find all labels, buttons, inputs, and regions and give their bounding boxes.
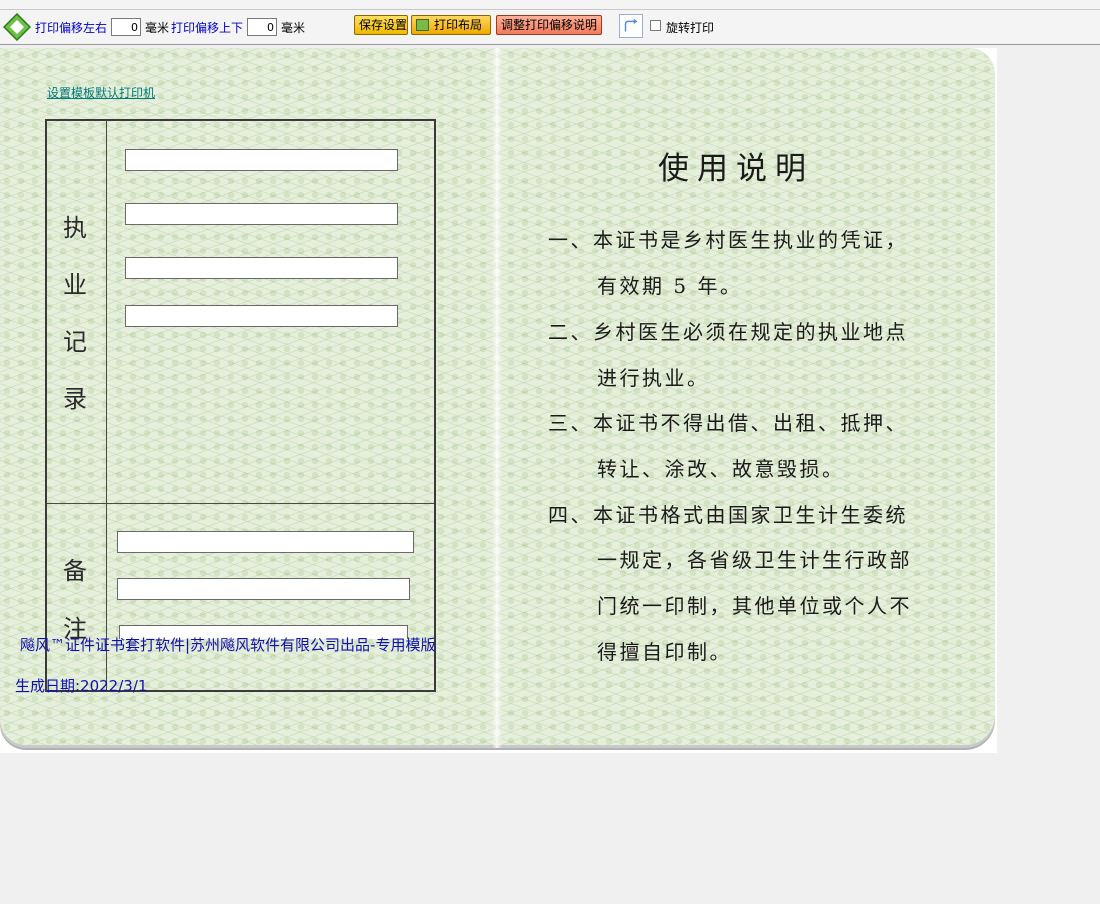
generated-date: 生成日期:2022/3/1 <box>15 677 148 695</box>
remarks-field-2[interactable] <box>117 578 410 600</box>
rotate-print-checkbox[interactable] <box>650 20 661 31</box>
center-fold <box>492 48 502 748</box>
toolbar: 打印偏移左右 毫米 打印偏移上下 毫米 保存设置 打印布局 调整打印偏移说明 旋… <box>0 10 1100 45</box>
layout-icon <box>416 19 429 31</box>
instruction-line: 二、乡村医生必须在规定的执业地点 <box>548 320 908 344</box>
offset-lr-label: 打印偏移左右 <box>35 20 108 35</box>
instruction-line: 转让、涂改、故意毁损。 <box>597 457 845 481</box>
rotate-print-label: 旋转打印 <box>666 21 715 35</box>
remarks-field-1[interactable] <box>117 531 414 553</box>
save-settings-button[interactable]: 保存设置 <box>354 15 408 35</box>
brand-footer: 飚风™证件证书套打软件|苏州飚风软件有限公司出品-专用模版 <box>20 636 436 654</box>
practice-record-char: 执 <box>63 214 87 242</box>
frame-horizontal-divider <box>47 503 434 504</box>
top-hint-strip <box>0 0 1100 10</box>
practice-record-field-4[interactable] <box>125 305 398 327</box>
move-diamond-icon[interactable] <box>3 13 31 41</box>
offset-ud-input[interactable] <box>247 18 278 36</box>
instruction-line: 一规定，各省级卫生计生行政部 <box>597 548 912 572</box>
print-layout-label: 打印布局 <box>434 18 483 32</box>
practice-record-char: 录 <box>63 385 87 413</box>
remarks-char: 备 <box>63 557 87 585</box>
practice-record-field-1[interactable] <box>125 149 398 171</box>
instruction-line: 得擅自印制。 <box>597 640 732 664</box>
practice-record-field-3[interactable] <box>125 257 398 279</box>
offset-ud-label: 打印偏移上下 <box>171 20 244 35</box>
frame-vertical-divider <box>106 121 107 690</box>
practice-record-field-2[interactable] <box>125 203 398 225</box>
instruction-line: 门统一印制，其他单位或个人不 <box>597 594 912 618</box>
instruction-line: 一、本证书是乡村医生执业的凭证， <box>548 228 908 252</box>
instruction-line: 进行执业。 <box>597 366 710 390</box>
instructions-title: 使用说明 <box>658 151 814 187</box>
rotate-icon[interactable] <box>619 14 643 38</box>
instruction-line: 三、本证书不得出借、出租、抵押、 <box>548 411 908 435</box>
adjust-offset-help-button[interactable]: 调整打印偏移说明 <box>496 15 602 35</box>
instruction-line: 有效期 5 年。 <box>597 274 743 298</box>
certificate-canvas: 设置模板默认打印机 执 业 记 录 备 注 使用说明 一、本证书是乡村医生执业的… <box>0 48 997 753</box>
offset-ud-group: 打印偏移上下 毫米 <box>171 10 305 44</box>
set-default-printer-link[interactable]: 设置模板默认打印机 <box>47 84 155 101</box>
instruction-line: 四、本证书格式由国家卫生计生委统 <box>548 503 908 527</box>
offset-ud-unit: 毫米 <box>281 20 306 35</box>
practice-record-char: 记 <box>63 328 87 356</box>
offset-lr-input[interactable] <box>111 18 142 36</box>
practice-record-char: 业 <box>63 271 87 299</box>
print-layout-button[interactable]: 打印布局 <box>411 15 491 35</box>
offset-lr-unit: 毫米 <box>145 20 170 35</box>
offset-lr-group: 打印偏移左右 毫米 <box>35 10 169 44</box>
